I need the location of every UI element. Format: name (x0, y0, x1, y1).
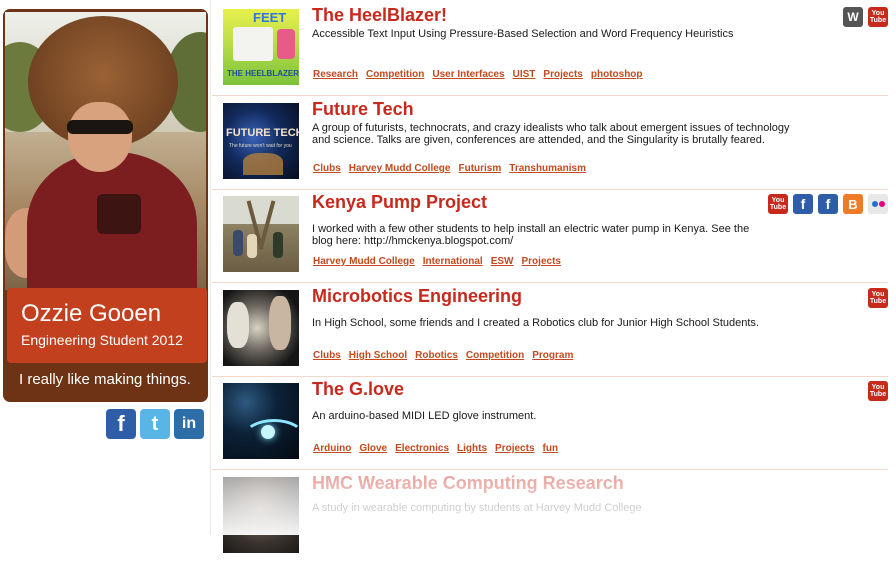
project-description: An arduino-based MIDI LED glove instrume… (312, 410, 537, 422)
project-title[interactable]: The HeelBlazer! (312, 5, 447, 26)
project-title[interactable]: Future Tech (312, 99, 414, 120)
youtube-icon[interactable]: You Tube (868, 381, 888, 401)
profile-tagline: I really like making things. (19, 371, 191, 388)
tag-link[interactable]: Futurism (458, 163, 501, 174)
tag-link[interactable]: Projects (543, 69, 582, 80)
profile-name: Ozzie Gooen (21, 300, 162, 327)
project-description: I worked with a few other students to he… (312, 223, 750, 247)
project-description: A group of futurists, technocrats, and c… (312, 122, 790, 146)
blogger-icon[interactable]: B (843, 194, 863, 214)
youtube-icon[interactable]: You Tube (768, 194, 788, 214)
profile-role: Engineering Student 2012 (21, 332, 183, 348)
tag-link[interactable]: Clubs (313, 350, 341, 361)
tag-link[interactable]: High School (349, 350, 407, 361)
twitter-icon[interactable]: t (140, 409, 170, 439)
profile-photo (5, 12, 206, 290)
tag-link[interactable]: Clubs (313, 163, 341, 174)
tag-link[interactable]: photoshop (591, 69, 643, 80)
project-title[interactable]: HMC Wearable Computing Research (312, 473, 624, 494)
tag-list: Harvey Mudd College International ESW Pr… (313, 256, 561, 267)
project-thumbnail[interactable]: FEET THE HEELBLAZER (223, 9, 299, 85)
tag-link[interactable]: Harvey Mudd College (313, 256, 415, 267)
project-item-microbotics: Microbotics Engineering In High School, … (212, 283, 888, 377)
tag-list: Clubs Harvey Mudd College Futurism Trans… (313, 163, 586, 174)
tag-link[interactable]: Projects (522, 256, 561, 267)
tag-link[interactable]: Harvey Mudd College (349, 163, 451, 174)
project-thumbnail[interactable]: FUTURE TECH The future won't wait for yo… (223, 103, 299, 179)
youtube-icon[interactable]: You Tube (868, 7, 888, 27)
tag-list: Research Competition User Interfaces UIS… (313, 69, 643, 80)
tag-link[interactable]: Projects (495, 443, 534, 454)
project-description: A study in wearable computing by student… (312, 502, 642, 514)
tag-link[interactable]: Research (313, 69, 358, 80)
project-thumbnail[interactable] (223, 383, 299, 459)
facebook-icon[interactable]: f (793, 194, 813, 214)
tag-link[interactable]: Robotics (415, 350, 458, 361)
facebook-icon[interactable]: f (106, 409, 136, 439)
project-links: You Tube f f B (768, 194, 888, 214)
project-item-heelblazer: FEET THE HEELBLAZER The HeelBlazer! Acce… (212, 2, 888, 96)
wordpress-icon[interactable]: W (843, 7, 863, 27)
project-thumbnail[interactable] (223, 290, 299, 366)
tag-link[interactable]: ESW (491, 256, 514, 267)
project-item-future-tech: FUTURE TECH The future won't wait for yo… (212, 96, 888, 190)
tag-link[interactable]: Arduino (313, 443, 351, 454)
project-links: W You Tube (843, 7, 888, 27)
project-item-kenya-pump: Kenya Pump Project I worked with a few o… (212, 189, 888, 283)
project-item-wearable: HMC Wearable Computing Research A study … (212, 470, 888, 563)
tag-list: Clubs High School Robotics Competition P… (313, 350, 573, 361)
linkedin-icon[interactable]: in (174, 409, 204, 439)
facebook-icon[interactable]: f (818, 194, 838, 214)
tag-link[interactable]: Electronics (395, 443, 449, 454)
profile-card: Ozzie Gooen Engineering Student 2012 I r… (3, 9, 208, 402)
tag-link[interactable]: UIST (513, 69, 536, 80)
tag-link[interactable]: Transhumanism (509, 163, 586, 174)
tag-link[interactable]: Glove (359, 443, 387, 454)
flickr-icon[interactable] (868, 194, 888, 214)
project-links: You Tube (868, 288, 888, 308)
project-thumbnail[interactable] (223, 196, 299, 272)
youtube-icon[interactable]: You Tube (868, 288, 888, 308)
project-title[interactable]: The G.love (312, 379, 404, 400)
project-title[interactable]: Kenya Pump Project (312, 192, 487, 213)
column-divider (210, 0, 211, 535)
project-thumbnail[interactable] (223, 477, 299, 553)
tag-link[interactable]: Competition (366, 69, 424, 80)
project-description: Accessible Text Input Using Pressure-Bas… (312, 28, 734, 40)
project-title[interactable]: Microbotics Engineering (312, 286, 522, 307)
project-item-glove: The G.love An arduino-based MIDI LED glo… (212, 376, 888, 470)
project-links: You Tube (868, 381, 888, 401)
tag-link[interactable]: Lights (457, 443, 487, 454)
tag-link[interactable]: International (423, 256, 483, 267)
name-plate: Ozzie Gooen Engineering Student 2012 (7, 288, 207, 363)
project-description: In High School, some friends and I creat… (312, 317, 759, 329)
tag-link[interactable]: Competition (466, 350, 524, 361)
tag-link[interactable]: User Interfaces (432, 69, 504, 80)
tag-list: Arduino Glove Electronics Lights Project… (313, 443, 558, 454)
tag-link[interactable]: fun (543, 443, 559, 454)
tag-link[interactable]: Program (532, 350, 573, 361)
social-links: f t in (106, 409, 204, 439)
